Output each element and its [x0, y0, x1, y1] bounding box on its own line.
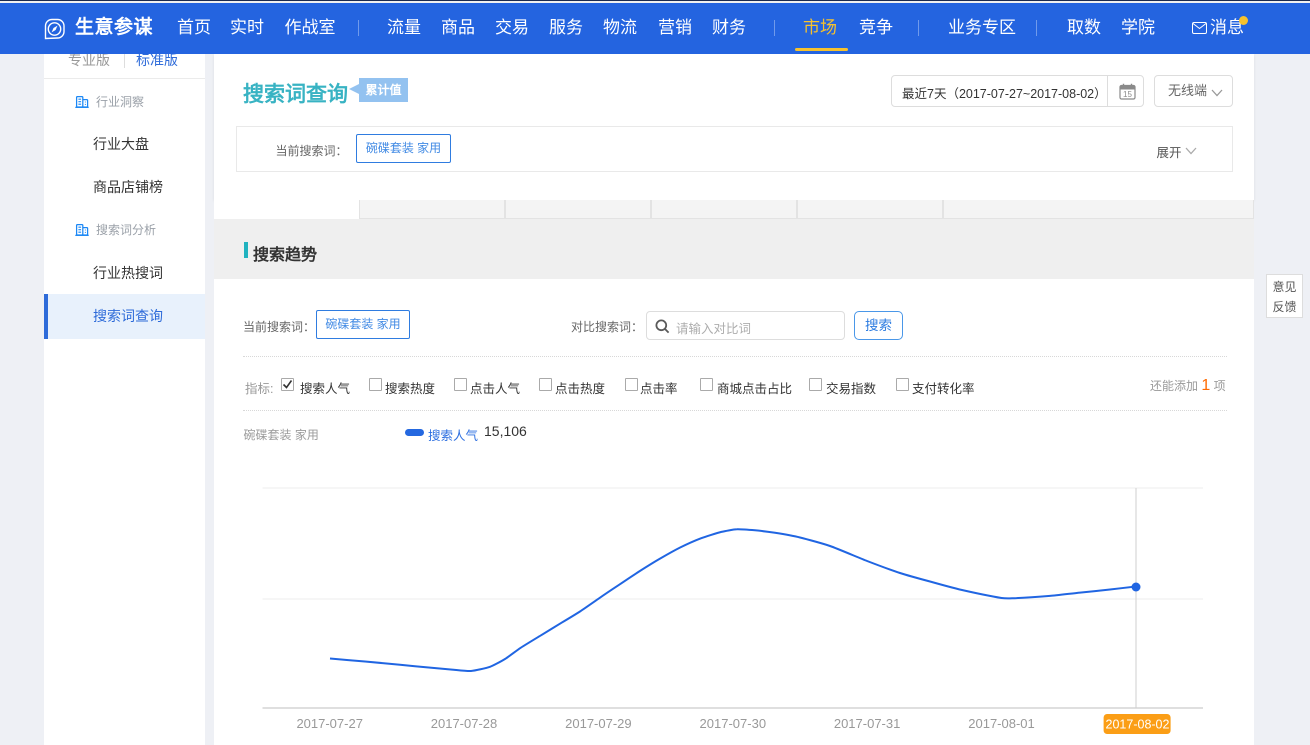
- svg-text:2017-08-02: 2017-08-02: [1106, 718, 1170, 732]
- svg-text:2017-07-28: 2017-07-28: [431, 716, 498, 731]
- svg-text:2017-07-30: 2017-07-30: [700, 716, 767, 731]
- svg-text:2017-07-31: 2017-07-31: [834, 716, 901, 731]
- svg-text:2017-07-27: 2017-07-27: [296, 716, 363, 731]
- svg-text:2017-07-29: 2017-07-29: [565, 716, 632, 731]
- svg-text:2017-08-01: 2017-08-01: [968, 716, 1035, 731]
- svg-text:15: 15: [1123, 90, 1132, 99]
